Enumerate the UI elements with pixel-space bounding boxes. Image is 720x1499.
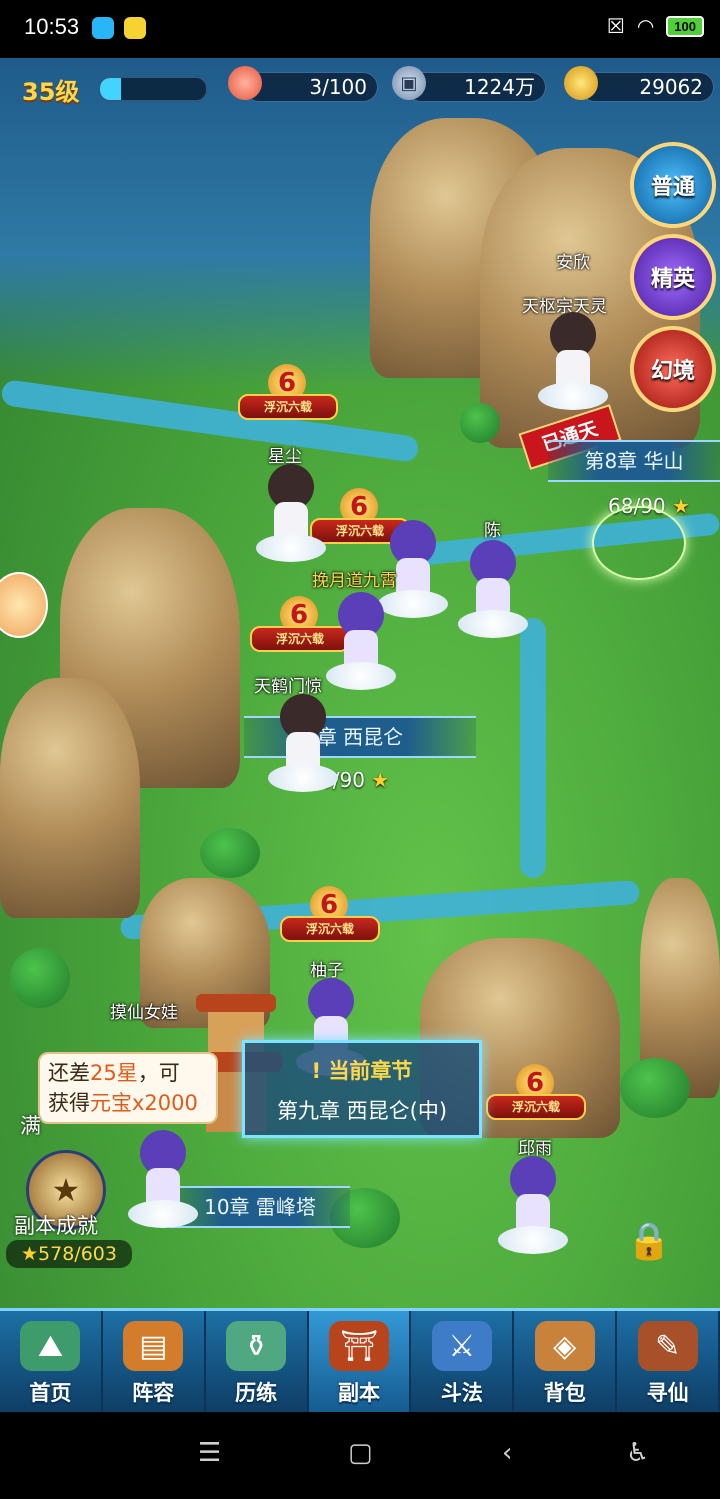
- badge-label: 浮沉六载: [238, 394, 338, 420]
- cloud: [268, 764, 338, 792]
- player-name: 挽月道九霄: [312, 571, 397, 591]
- dungeon-achievement[interactable]: 满 ★ 副本成就 ★578/603: [0, 1110, 140, 1270]
- sim-icon: ☒: [606, 16, 625, 38]
- tab-seek[interactable]: ✎ 寻仙: [617, 1311, 720, 1415]
- star-icon: ★: [672, 494, 690, 518]
- badge-label: 浮沉六载: [280, 916, 380, 942]
- tooltip-line-1: 还差25星，可: [48, 1058, 208, 1088]
- star-icon: ★: [371, 768, 390, 792]
- cloud: [498, 1226, 568, 1254]
- cloud: [256, 534, 326, 562]
- elite-mode-button[interactable]: 精英: [630, 234, 716, 320]
- exp-bar-fill: [100, 78, 122, 100]
- tooltip-text: 还差: [48, 1061, 90, 1085]
- clock: 10:53: [24, 14, 80, 39]
- current-chapter-heading: ! 当前章节: [245, 1055, 479, 1085]
- peach-icon: [228, 66, 262, 100]
- player-name: 陈: [484, 521, 501, 541]
- accessibility-icon[interactable]: ♿: [626, 1438, 649, 1468]
- achievement-label: 副本成就: [14, 1214, 98, 1238]
- system-nav-bar: ☰ ▢ ‹ ♿: [0, 1412, 720, 1499]
- player-avatar[interactable]: [256, 464, 326, 564]
- player-level: 35级: [22, 78, 80, 106]
- event-badge[interactable]: 6 浮沉六载: [238, 364, 338, 424]
- scroll-icon: ✎: [637, 1321, 698, 1371]
- mountain: [0, 678, 140, 918]
- top-resource-bar: 35级 3/100 1224万 ▣ 29062: [0, 62, 720, 112]
- map-waypoint[interactable]: [592, 506, 686, 580]
- current-chapter-name: 第九章 西昆仑(中): [276, 1099, 448, 1123]
- tab-dungeon[interactable]: ⛩ 副本: [308, 1311, 412, 1415]
- event-badge[interactable]: 6 浮沉六载: [486, 1064, 586, 1124]
- cloud: [326, 662, 396, 690]
- tree: [10, 948, 70, 1008]
- exclamation-icon: !: [311, 1059, 329, 1083]
- exp-bar: [98, 76, 208, 102]
- player-avatar[interactable]: [268, 694, 338, 794]
- stamina-counter[interactable]: 3/100: [244, 72, 378, 102]
- tree: [460, 403, 500, 443]
- chapter-8-banner[interactable]: 第8章 华山: [548, 440, 720, 482]
- tab-home[interactable]: ⛰ 首页: [0, 1311, 103, 1415]
- pagoda-roof: [196, 994, 276, 1012]
- player-avatar[interactable]: [326, 592, 396, 692]
- tab-label: 背包: [543, 1381, 586, 1405]
- tab-label: 阵容: [132, 1381, 175, 1405]
- player-avatar[interactable]: [458, 540, 528, 640]
- tab-label: 寻仙: [646, 1381, 689, 1405]
- lock-icon[interactable]: 🔒: [626, 1220, 672, 1268]
- player-name: 摸仙女娃: [110, 1003, 178, 1023]
- bag-icon: ◈: [534, 1321, 595, 1371]
- tab-bag[interactable]: ◈ 背包: [514, 1311, 618, 1415]
- star-icon: ★: [21, 1243, 39, 1265]
- chat-app-icon: [124, 17, 146, 39]
- tree: [200, 828, 260, 878]
- badge-label: 浮沉六载: [486, 1094, 586, 1120]
- tab-label: 斗法: [440, 1381, 483, 1405]
- player-avatar[interactable]: [498, 1156, 568, 1256]
- river: [0, 378, 420, 464]
- back-icon[interactable]: ‹: [502, 1438, 512, 1468]
- achievement-count-value: 578/603: [38, 1243, 117, 1265]
- tab-lineup[interactable]: ▤ 阵容: [103, 1311, 206, 1415]
- tab-label: 副本: [338, 1381, 380, 1405]
- player-name: 安欣: [556, 253, 590, 273]
- normal-mode-button[interactable]: 普通: [630, 142, 716, 228]
- cloud: [458, 610, 528, 638]
- home-button-icon[interactable]: ▢: [348, 1438, 373, 1468]
- status-bar: 10:53 ☒ ◠ 100: [0, 0, 720, 58]
- river: [520, 618, 546, 878]
- gold-counter[interactable]: 29062: [580, 72, 714, 102]
- achievement-count: ★578/603: [6, 1240, 132, 1268]
- tooltip-stars: 25星: [90, 1061, 138, 1085]
- gold-ingot-icon: [564, 66, 598, 100]
- tiktok-icon: [92, 17, 114, 39]
- tab-training[interactable]: ⚱ 历练: [206, 1311, 309, 1415]
- home-icon: ⛰: [20, 1321, 81, 1371]
- menu-icon[interactable]: ☰: [198, 1438, 221, 1468]
- gate-icon: ⛩: [329, 1321, 389, 1371]
- tab-label: 历练: [235, 1381, 278, 1405]
- illusion-mode-button[interactable]: 幻境: [630, 326, 716, 412]
- wifi-icon: ◠: [636, 16, 655, 38]
- tab-label: 首页: [29, 1381, 72, 1405]
- current-chapter-label: 当前章节: [328, 1059, 413, 1083]
- bottom-tab-bar: ⛰ 首页 ▤ 阵容 ⚱ 历练 ⛩ 副本 ⚔ 斗法 ◈ 背包 ✎ 寻仙: [0, 1308, 720, 1415]
- silver-counter[interactable]: 1224万: [406, 72, 546, 102]
- tab-battle[interactable]: ⚔ 斗法: [411, 1311, 515, 1415]
- player-avatar[interactable]: [538, 312, 608, 412]
- gourd-icon: ⚱: [226, 1321, 287, 1371]
- tooltip-text: ，可: [137, 1061, 180, 1085]
- battery-icon: 100: [666, 16, 704, 37]
- sword-icon: ⚔: [431, 1321, 492, 1371]
- cloud: [538, 382, 608, 410]
- achievement-label-partial: 满: [20, 1114, 41, 1138]
- tree: [620, 1058, 690, 1118]
- cards-icon: ▤: [123, 1321, 184, 1371]
- event-badge[interactable]: 6 浮沉六载: [280, 886, 380, 946]
- coin-icon: ▣: [392, 66, 426, 100]
- current-chapter-panel[interactable]: ! 当前章节 第九章 西昆仑(中): [242, 1040, 482, 1138]
